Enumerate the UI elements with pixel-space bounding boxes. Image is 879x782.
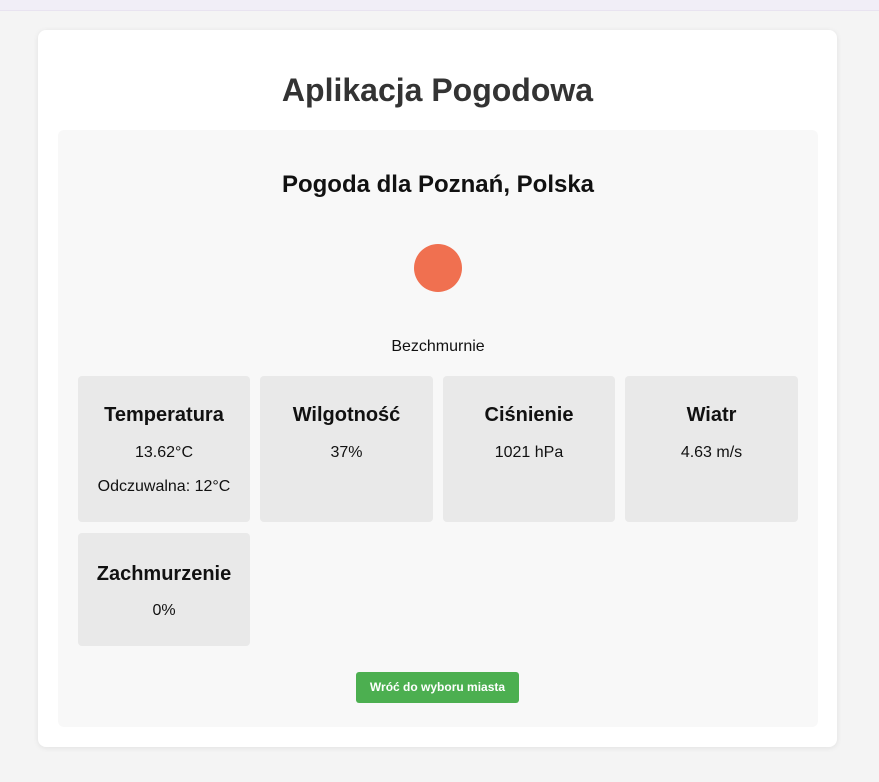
back-to-city-selection-button[interactable]: Wróć do wyboru miasta [356,672,519,703]
browser-top-strip [0,0,879,11]
stat-title: Wilgotność [292,404,401,426]
stat-value: 13.62°C [135,444,193,461]
location-title: Pogoda dla Poznań, Polska [281,171,595,198]
stat-card-clouds: Zachmurzenie 0% [78,533,250,646]
stat-value: 1021 hPa [494,444,564,461]
stat-card-pressure: Ciśnienie 1021 hPa [443,376,615,522]
stat-feels-like: Odczuwalna: 12°C [97,478,231,495]
stat-card-temperature: Temperatura 13.62°C Odczuwalna: 12°C [78,376,250,522]
stat-value: 0% [152,602,176,619]
app-title: Aplikacja Pogodowa [281,72,594,108]
weather-panel: Pogoda dla Poznań, Polska Bezchmurnie Te… [58,130,818,727]
stat-card-humidity: Wilgotność 37% [260,376,433,522]
stat-title: Zachmurzenie [96,563,232,585]
sun-icon [414,244,462,292]
app-container: Aplikacja Pogodowa Pogoda dla Poznań, Po… [38,30,837,747]
weather-description: Bezchmurnie [391,338,485,355]
stat-title: Temperatura [104,404,224,426]
stat-title: Ciśnienie [484,404,574,426]
stat-card-wind: Wiatr 4.63 m/s [625,376,798,522]
stat-value: 4.63 m/s [680,444,743,461]
stat-title: Wiatr [686,404,737,426]
stat-value: 37% [330,444,363,461]
